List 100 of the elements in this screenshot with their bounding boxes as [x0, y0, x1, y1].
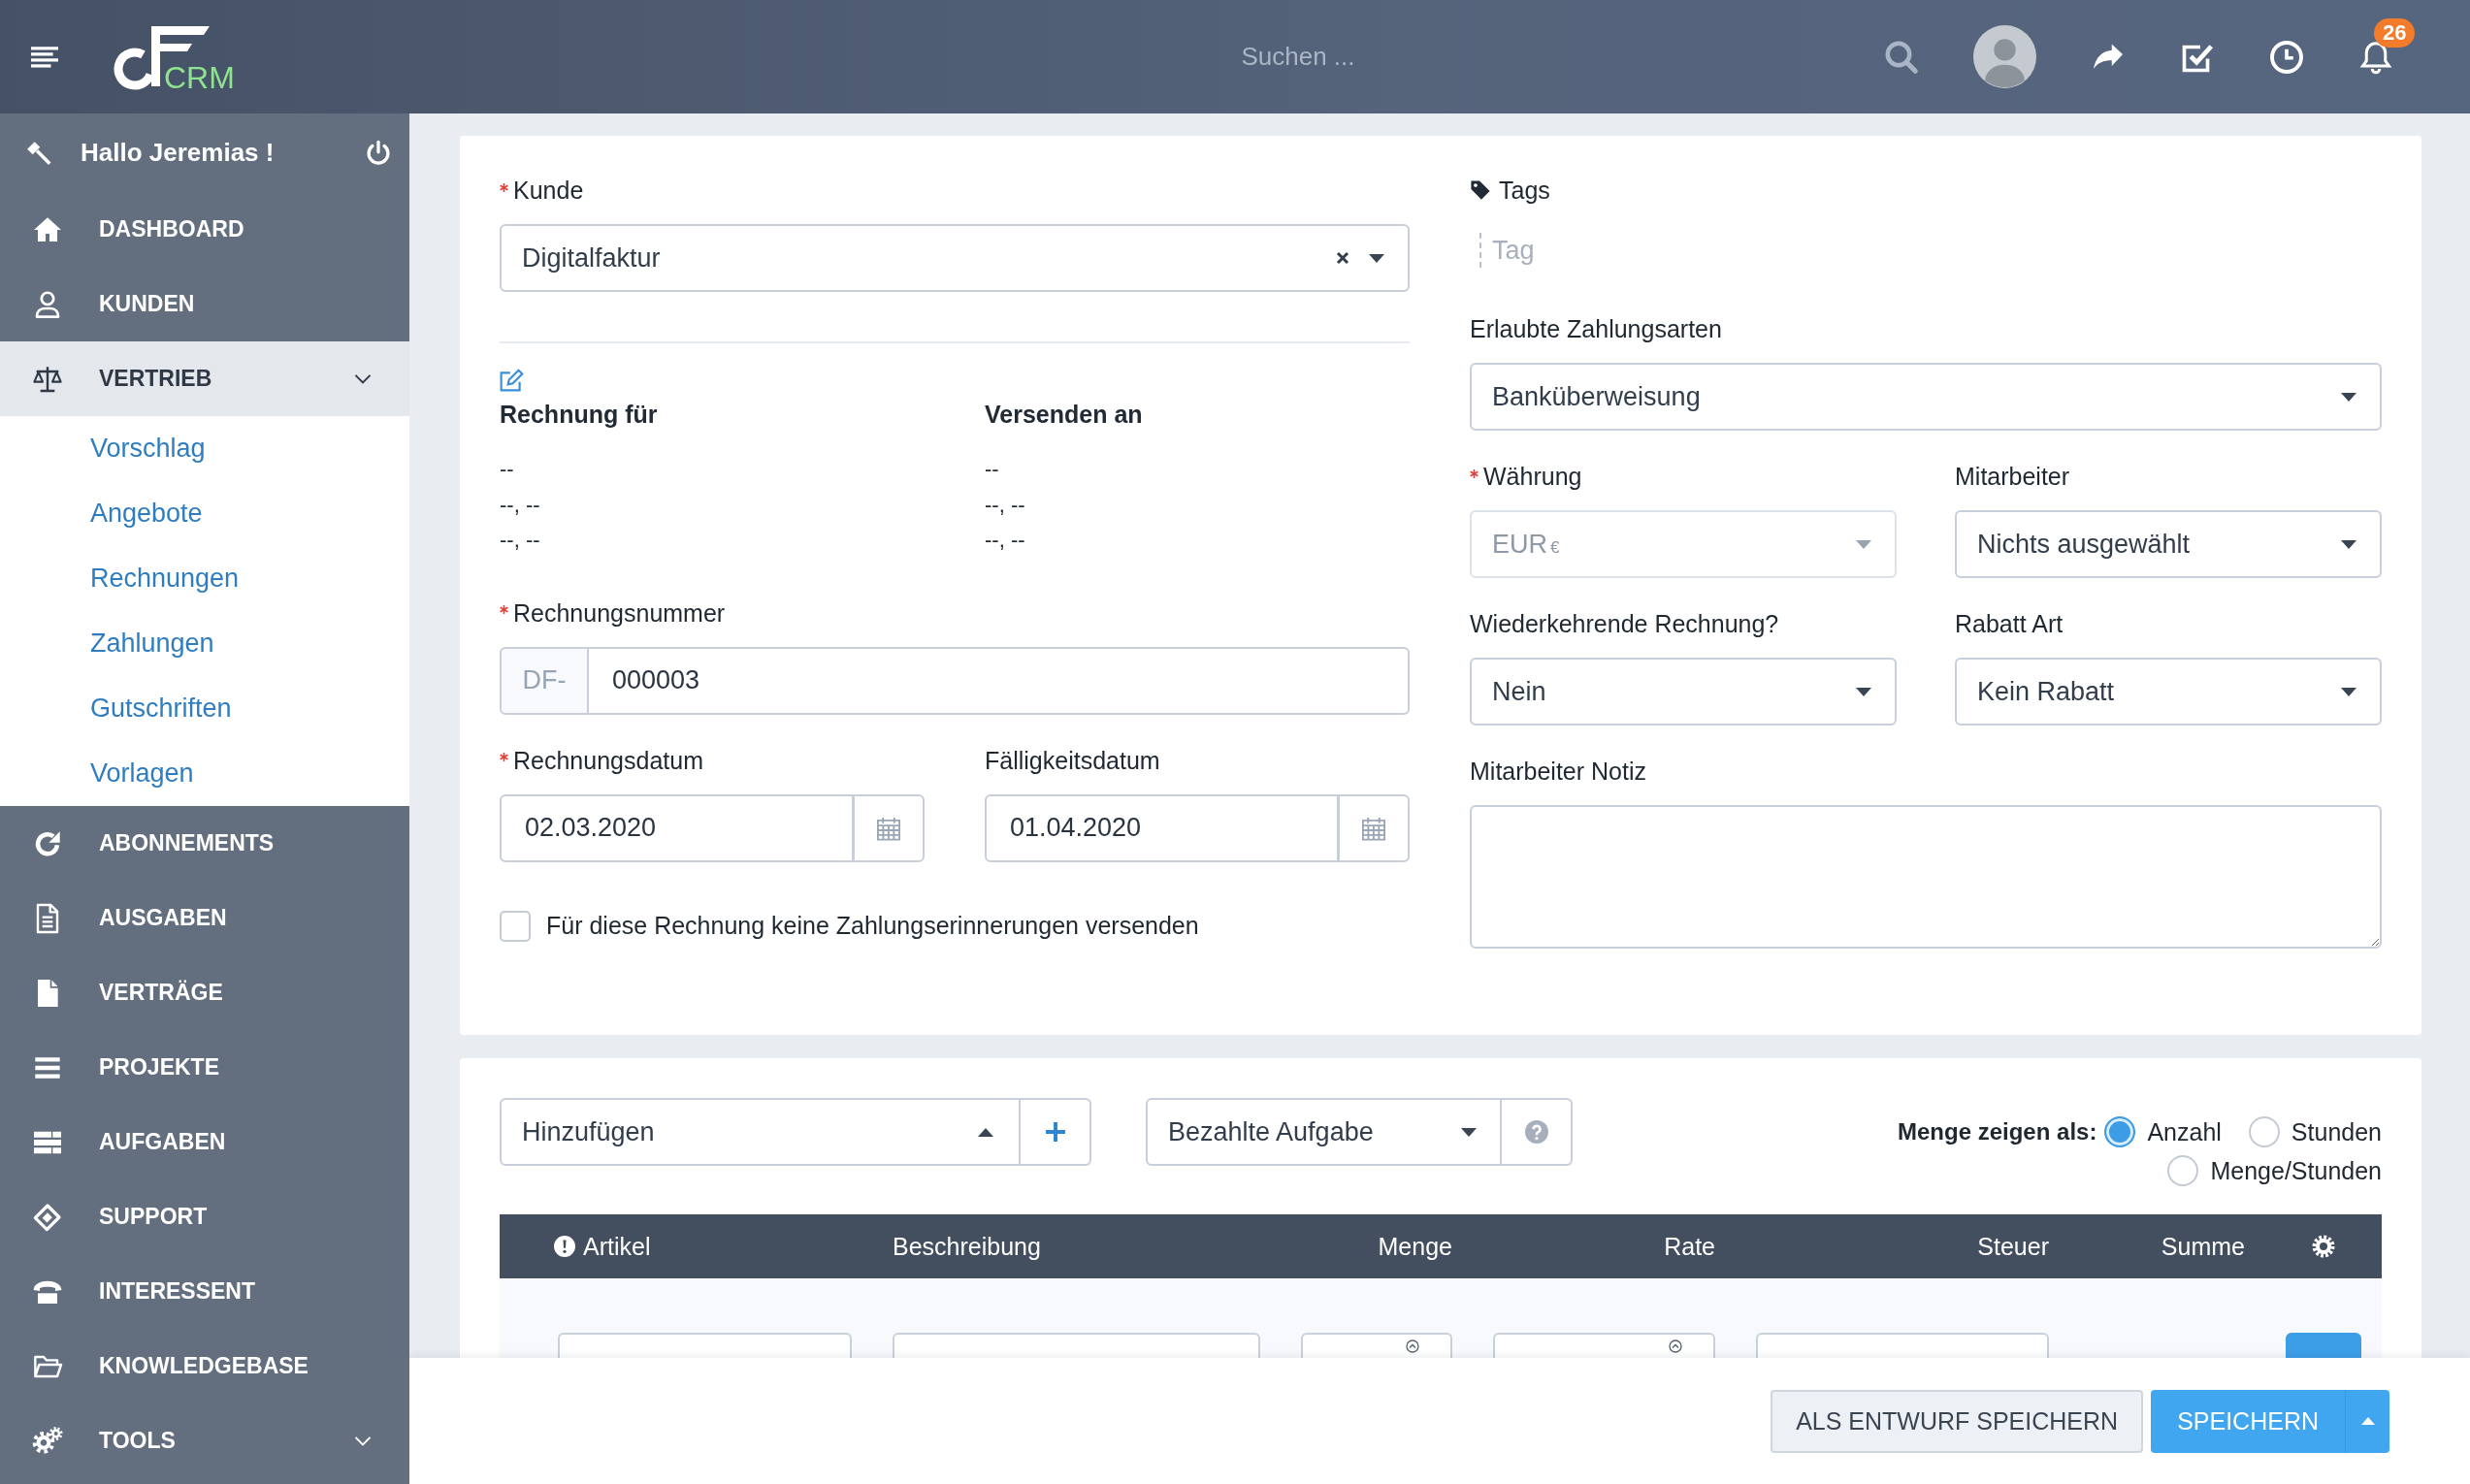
edit-icon[interactable] — [500, 369, 525, 392]
bell-icon[interactable] — [2358, 39, 2393, 75]
save-button[interactable]: SPEICHERN — [2151, 1389, 2345, 1453]
submenu-item[interactable]: Angebote — [0, 481, 409, 546]
input-field[interactable] — [558, 1333, 852, 1358]
radio-label[interactable]: Menge/Stunden — [2210, 1156, 2382, 1185]
date-field[interactable]: 01.04.2020 — [985, 793, 1339, 862]
calendar-button[interactable] — [1339, 793, 1410, 862]
field-label: Wiederkehrende Rechnung? — [1470, 609, 1779, 639]
exclamation-icon — [554, 1236, 575, 1257]
address-line: --, -- — [500, 527, 540, 555]
radio-button[interactable] — [2104, 1116, 2136, 1147]
clear-icon[interactable] — [1336, 251, 1349, 265]
sidebar-item[interactable]: DASHBOARD — [0, 192, 409, 267]
checkbox-label[interactable]: Für diese Rechnung keine Zahlungserinnerungen versenden — [546, 912, 1199, 941]
select-field[interactable]: Banküberweisung — [1470, 363, 2382, 431]
number-field[interactable] — [1301, 1333, 1452, 1358]
submenu-item[interactable]: Vorschlag — [0, 416, 409, 481]
address-line: -- — [500, 456, 514, 483]
sidebar-item[interactable]: PROJEKTE — [0, 1030, 409, 1105]
sidebar-item[interactable]: AUSGABEN — [0, 881, 409, 955]
sidebar-item[interactable]: SUPPORT — [0, 1179, 409, 1254]
input-field[interactable] — [1756, 1333, 2049, 1358]
submenu-item[interactable]: Zahlungen — [0, 611, 409, 676]
submenu-item[interactable]: Gutschriften — [0, 676, 409, 741]
input-prefix: DF- — [500, 646, 589, 715]
search-icon[interactable] — [1884, 39, 1919, 75]
sidebar-item[interactable]: AUFGABEN — [0, 1105, 409, 1179]
submenu-item[interactable]: Vorlagen — [0, 741, 409, 806]
power-icon[interactable] — [365, 139, 392, 167]
select-field[interactable]: Nein — [1470, 658, 1897, 726]
radio-button[interactable] — [2248, 1116, 2280, 1147]
tag-icon — [1470, 179, 1491, 201]
field-label: Mitarbeiter Notiz — [1470, 757, 1646, 787]
checkbox[interactable] — [500, 910, 531, 942]
avatar-icon[interactable] — [1973, 25, 2036, 88]
date-field[interactable]: 02.03.2020 — [500, 793, 854, 862]
address-line: --, -- — [985, 527, 1025, 555]
select-field[interactable]: Nichts ausgewählt — [1955, 510, 2382, 578]
radio-label[interactable]: Stunden — [2291, 1117, 2382, 1146]
sidebar-item[interactable]: VERTRÄGE — [0, 955, 409, 1030]
spinner-icon[interactable] — [1406, 1339, 1419, 1353]
notification-badge: 26 — [2374, 17, 2416, 48]
field-label: Mitarbeiter — [1955, 462, 2070, 492]
notes-field[interactable] — [1470, 805, 2382, 949]
caret-up-icon — [2360, 1417, 2375, 1425]
column-header: Steuer — [1977, 1232, 2049, 1261]
column-header: Artikel — [583, 1232, 651, 1261]
logo-text: CRM — [164, 59, 235, 92]
input-field[interactable] — [893, 1333, 1260, 1358]
column-header: Beschreibung — [893, 1232, 1041, 1261]
radio-button[interactable] — [2167, 1155, 2199, 1186]
calendar-button[interactable] — [854, 793, 925, 862]
field-label: Rechnungsnummer — [513, 597, 726, 629]
dropdown-button[interactable] — [2345, 1389, 2389, 1453]
field-label: Fälligkeitsdatum — [985, 745, 1160, 776]
caret-down-icon — [2341, 687, 2356, 696]
chevron-down-icon — [353, 1435, 373, 1447]
sidebar-item[interactable]: ABONNEMENTS — [0, 806, 409, 881]
field-label: Währung — [1483, 462, 1582, 492]
settings-icon[interactable] — [2312, 1235, 2335, 1258]
input-field[interactable]: 000003 — [589, 646, 1410, 715]
tag-input-field[interactable]: Tag — [1479, 233, 1771, 268]
sidebar-item[interactable]: VERTRIEB — [0, 341, 409, 416]
field-label: Tags — [1499, 176, 1550, 206]
address-title: Versenden an — [985, 400, 1143, 430]
caret-down-icon — [2341, 392, 2356, 402]
add-button[interactable] — [1021, 1098, 1091, 1166]
save-draft-button[interactable]: ALS ENTWURF SPEICHERN — [1771, 1389, 2144, 1453]
field-label: Rechnungsdatum — [513, 745, 703, 776]
select-field[interactable]: Kein Rabatt — [1955, 658, 2382, 726]
sidebar-item[interactable]: KUNDEN — [0, 267, 409, 341]
select-field[interactable]: Hinzufügen — [500, 1098, 1021, 1166]
sidebar-item[interactable]: TOOLS — [0, 1403, 409, 1478]
address-title: Rechnung für — [500, 400, 658, 430]
select-field[interactable]: Digitalfaktur — [500, 224, 1410, 292]
logo-bar-icon — [160, 25, 210, 51]
plus-icon — [1045, 1122, 1065, 1142]
address-line: --, -- — [500, 491, 540, 519]
menu-icon[interactable] — [31, 46, 58, 68]
spinner-icon[interactable] — [1669, 1339, 1682, 1353]
sidebar-item[interactable]: KNOWLEDGEBASE — [0, 1329, 409, 1403]
help-icon — [1524, 1120, 1548, 1144]
submenu-item[interactable]: Rechnungen — [0, 546, 409, 611]
select-field[interactable]: Bezahlte Aufgabe — [1146, 1098, 1502, 1166]
caret-down-icon — [1856, 687, 1871, 696]
caret-down-icon — [2341, 539, 2356, 549]
address-line: -- — [985, 456, 999, 483]
address-line: --, -- — [985, 491, 1025, 519]
number-field[interactable] — [1493, 1333, 1715, 1358]
field-label: Erlaubte Zahlungsarten — [1470, 314, 1722, 344]
caret-down-icon — [1461, 1127, 1477, 1137]
caret-down-icon — [1856, 539, 1871, 549]
logo-icon — [114, 25, 160, 89]
sidebar-item[interactable]: INTERESSENT — [0, 1254, 409, 1329]
radio-label[interactable]: Anzahl — [2147, 1117, 2222, 1146]
help-button[interactable] — [1502, 1098, 1573, 1166]
clock-icon[interactable] — [2269, 39, 2304, 75]
gears-icon — [32, 1425, 63, 1457]
search-field[interactable]: Suchen ... — [1054, 31, 1543, 82]
